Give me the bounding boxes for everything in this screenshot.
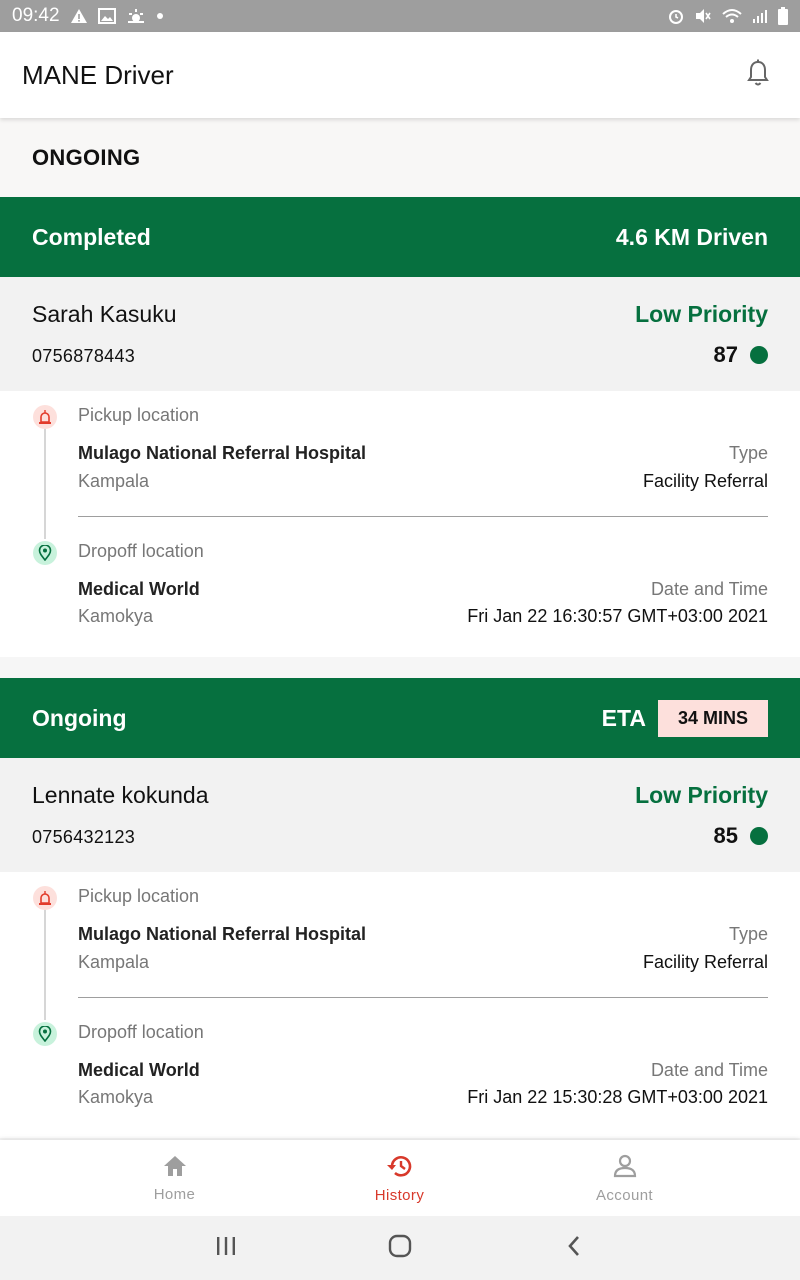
trip-card[interactable]: Completed 4.6 KM Driven Sarah Kasuku 075…: [0, 197, 800, 657]
route-rail: [44, 427, 46, 539]
nav-history[interactable]: History: [287, 1140, 512, 1216]
home-icon: [162, 1154, 188, 1182]
patient-info: Lennate kokunda 0756432123 Low Priority …: [0, 758, 800, 872]
pickup-city: Kampala: [78, 471, 150, 491]
patient-name: Lennate kokunda: [32, 782, 209, 808]
app-title: MANE Driver: [22, 59, 174, 90]
mute-icon: [694, 8, 712, 24]
bell-icon: [746, 59, 770, 92]
datetime-value: Fri Jan 22 16:30:57 GMT+03:00 2021: [467, 606, 768, 626]
status-bar: 09:42: [0, 0, 800, 32]
home-system-button[interactable]: [378, 1226, 422, 1270]
recents-button[interactable]: [204, 1226, 248, 1270]
priority-score: 87: [713, 342, 738, 367]
trip-route: Pickup location Mulago National Referral…: [0, 872, 800, 1138]
eta-label: ETA: [601, 704, 646, 731]
trip-card-header: Completed 4.6 KM Driven: [0, 197, 800, 277]
dropoff-city: Kamokya: [78, 606, 154, 626]
trip-status: Completed: [32, 223, 151, 250]
notification-dot-icon: [156, 12, 164, 20]
pickup-label: Pickup location: [78, 405, 200, 425]
nav-home[interactable]: Home: [62, 1140, 287, 1216]
trip-card-header: Ongoing ETA 34 MINS: [0, 678, 800, 758]
route-divider: [78, 997, 768, 998]
route-divider: [78, 516, 768, 517]
priority-dot-icon: [750, 346, 768, 364]
status-time: 09:42: [12, 5, 60, 26]
account-icon: [612, 1153, 638, 1183]
wifi-icon: [722, 8, 742, 24]
trip-status: Ongoing: [32, 704, 127, 731]
patient-info: Sarah Kasuku 0756878443 Low Priority 87: [0, 277, 800, 391]
history-icon: [386, 1153, 414, 1183]
battery-icon: [778, 7, 788, 25]
datetime-label: Date and Time: [650, 579, 768, 599]
section-title: ONGOING: [0, 118, 800, 197]
datetime-label: Date and Time: [650, 1060, 768, 1080]
patient-name: Sarah Kasuku: [32, 301, 177, 327]
alarm-icon: [668, 8, 684, 24]
trip-history-list[interactable]: ONGOING Completed 4.6 KM Driven Sarah Ka…: [0, 118, 800, 1140]
type-label: Type: [728, 924, 768, 944]
home-circle-icon: [388, 1234, 412, 1263]
back-icon: [566, 1235, 582, 1262]
priority-dot-icon: [750, 827, 768, 845]
eta-badge: 34 MINS: [657, 699, 768, 737]
siren-icon: [33, 886, 57, 910]
distance-driven: 4.6 KM Driven: [615, 223, 768, 250]
location-pin-icon: [33, 541, 57, 565]
pickup-name: Mulago National Referral Hospital: [78, 924, 367, 944]
patient-phone: 0756432123: [32, 827, 136, 847]
dropoff-label: Dropoff location: [78, 1022, 204, 1042]
siren-icon: [33, 405, 57, 429]
type-value: Facility Referral: [642, 952, 768, 972]
trip-card[interactable]: Ongoing ETA 34 MINS Lennate kokunda 0756…: [0, 678, 800, 1138]
dropoff-name: Medical World: [78, 1060, 200, 1080]
nav-account[interactable]: Account: [512, 1140, 737, 1216]
warning-icon: [70, 8, 88, 24]
nav-history-label: History: [374, 1186, 425, 1204]
app-bar: MANE Driver: [0, 32, 800, 118]
type-label: Type: [728, 443, 768, 463]
patient-phone: 0756878443: [32, 346, 136, 366]
notifications-button[interactable]: [738, 55, 778, 95]
priority-label: Low Priority: [635, 782, 768, 808]
bottom-nav: Home History Account: [0, 1140, 800, 1216]
location-pin-icon: [33, 1022, 57, 1046]
dropoff-city: Kamokya: [78, 1087, 154, 1107]
datetime-value: Fri Jan 22 15:30:28 GMT+03:00 2021: [467, 1087, 768, 1107]
nav-account-label: Account: [596, 1186, 653, 1204]
system-nav-bar: [0, 1216, 800, 1280]
nav-home-label: Home: [153, 1185, 196, 1203]
priority-label: Low Priority: [635, 301, 768, 327]
weather-icon: [126, 8, 146, 24]
pickup-label: Pickup location: [78, 886, 200, 906]
signal-icon: [752, 8, 768, 24]
dropoff-name: Medical World: [78, 579, 200, 599]
pickup-name: Mulago National Referral Hospital: [78, 443, 367, 463]
image-icon: [97, 8, 116, 24]
pickup-city: Kampala: [78, 952, 150, 972]
route-rail: [44, 908, 46, 1020]
recents-icon: [215, 1236, 237, 1261]
dropoff-label: Dropoff location: [78, 541, 204, 561]
back-button[interactable]: [552, 1226, 596, 1270]
type-value: Facility Referral: [642, 471, 768, 491]
trip-route: Pickup location Mulago National Referral…: [0, 391, 800, 657]
priority-score: 85: [713, 823, 738, 848]
